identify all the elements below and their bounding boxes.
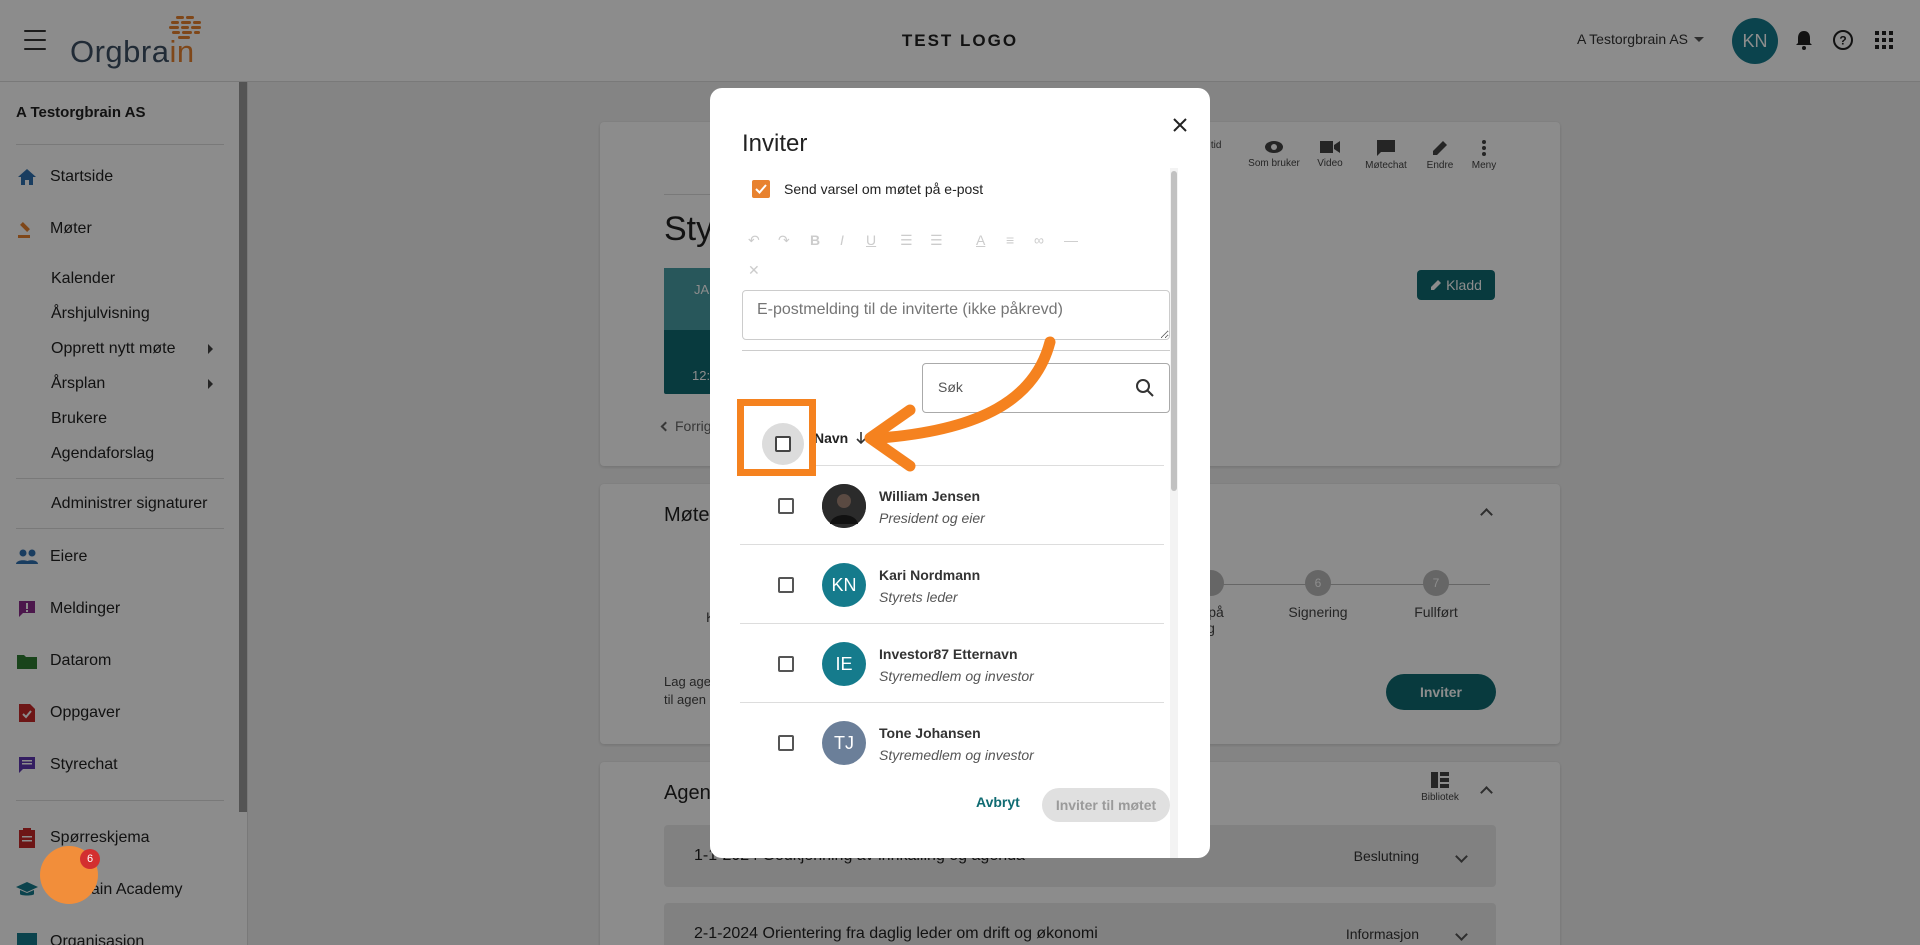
- user-photo-icon: [822, 484, 866, 528]
- rich-text-toolbar: ↶ ↷ B I U ☰ ☰ A ≡ ∞ — ✕: [744, 228, 1164, 288]
- close-button[interactable]: [1165, 110, 1195, 140]
- email-notify-label: Send varsel om møtet på e-post: [784, 181, 984, 197]
- cancel-button[interactable]: Avbryt: [976, 794, 1020, 810]
- pointer-arrow-icon: [864, 336, 1056, 472]
- invitee-row[interactable]: KN Kari Nordmann Styrets leder: [740, 544, 1164, 623]
- invitee-checkbox[interactable]: [778, 656, 794, 672]
- dialog-title: Inviter: [742, 130, 808, 157]
- invitee-row[interactable]: TJ Tone Johansen Styremedlem og investor: [740, 702, 1164, 765]
- bold-icon[interactable]: B: [810, 232, 820, 248]
- select-all-checkbox[interactable]: [775, 436, 791, 452]
- select-all-checkbox-ripple[interactable]: [762, 423, 804, 465]
- close-icon: [1173, 118, 1187, 132]
- avatar: IE: [822, 642, 866, 686]
- horizontal-rule-icon[interactable]: —: [1064, 232, 1078, 248]
- invitee-row[interactable]: IE Investor87 Etternavn Styremedlem og i…: [740, 623, 1164, 702]
- invite-to-meeting-button[interactable]: Inviter til møtet: [1042, 788, 1170, 822]
- link-icon[interactable]: ∞: [1034, 232, 1044, 248]
- highlight-select-all: [737, 399, 816, 476]
- invitee-checkbox[interactable]: [778, 735, 794, 751]
- align-icon[interactable]: ≡: [1006, 232, 1014, 248]
- undo-icon[interactable]: ↶: [748, 232, 760, 249]
- invitee-name: William Jensen: [879, 488, 981, 504]
- invitee-role: Styrets leder: [879, 589, 958, 605]
- invitee-name: Investor87 Etternavn: [879, 646, 1018, 662]
- chat-unread-badge: 6: [80, 849, 100, 869]
- email-notify-option[interactable]: Send varsel om møtet på e-post: [752, 180, 983, 198]
- invitee-name: Tone Johansen: [879, 725, 981, 741]
- invitee-checkbox[interactable]: [778, 498, 794, 514]
- check-icon: [755, 184, 767, 194]
- invitee-role: Styremedlem og investor: [879, 747, 1034, 763]
- invitee-name: Kari Nordmann: [879, 567, 981, 583]
- dialog-scrollbar-thumb[interactable]: [1171, 171, 1177, 491]
- avatar: TJ: [822, 721, 866, 765]
- invitee-role: President og eier: [879, 510, 985, 526]
- email-notify-checkbox[interactable]: [752, 180, 770, 198]
- search-icon: [1136, 379, 1154, 397]
- redo-icon[interactable]: ↷: [778, 232, 790, 249]
- clear-format-icon[interactable]: ✕: [748, 262, 760, 279]
- avatar: [822, 484, 866, 528]
- text-color-icon[interactable]: A: [976, 232, 985, 248]
- invitee-role: Styremedlem og investor: [879, 668, 1034, 684]
- invitee-checkbox[interactable]: [778, 577, 794, 593]
- bullet-list-icon[interactable]: ☰: [900, 232, 913, 249]
- numbered-list-icon[interactable]: ☰: [930, 232, 943, 249]
- underline-icon[interactable]: U: [866, 232, 876, 248]
- avatar: KN: [822, 563, 866, 607]
- italic-icon[interactable]: I: [840, 232, 844, 248]
